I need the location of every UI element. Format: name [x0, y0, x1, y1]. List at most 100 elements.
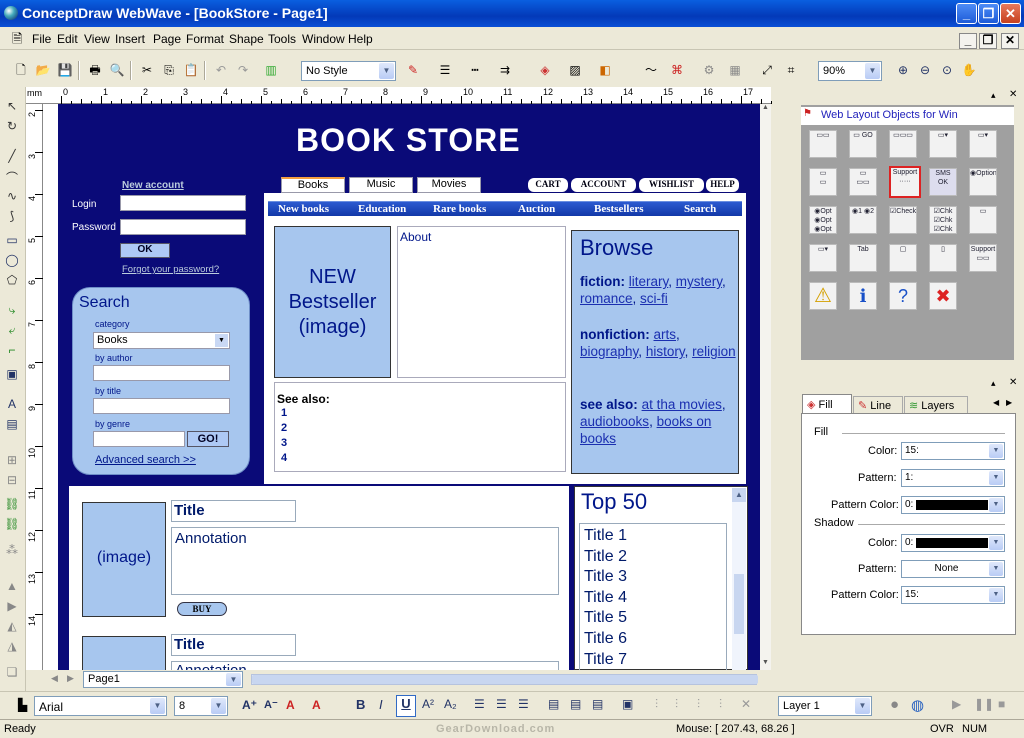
help-button[interactable]: HELP [706, 178, 739, 192]
input-object-icon[interactable]: ▭ [969, 206, 997, 234]
line-color-icon[interactable]: ✎ [404, 61, 422, 79]
form-list-object-icon[interactable]: ▭ ▭▭ [849, 168, 877, 196]
fill-pattern-icon[interactable]: ▨ [566, 61, 584, 79]
connector-tool-icon[interactable]: ⤷ [4, 303, 20, 319]
style-select[interactable]: No Style ▼ [301, 61, 396, 81]
panel-close-icon[interactable]: ✕ [1009, 89, 1017, 100]
document-icon[interactable]: 🗎 [12, 30, 22, 52]
line-weight-icon[interactable]: ☰ [436, 61, 454, 79]
menu-window[interactable]: Window [302, 32, 345, 46]
nav-new-books[interactable]: New books [278, 203, 329, 215]
mdi-minimize-button[interactable]: _ [959, 33, 977, 49]
arc-tool-icon[interactable]: ⌒ [4, 169, 20, 185]
superscript-button[interactable]: A² [422, 697, 434, 711]
nonfiction-link-arts[interactable]: arts [654, 327, 677, 342]
zoom-fit-icon[interactable]: ⊙ [938, 61, 956, 79]
form-row-object-icon[interactable]: ▭▭▭ [889, 130, 917, 158]
bold-button[interactable]: B [356, 697, 365, 712]
error-icon[interactable]: ✖ [929, 282, 957, 310]
fiction-link-scifi[interactable]: sci-fi [640, 291, 668, 306]
fiction-link-mystery[interactable]: mystery [676, 274, 722, 289]
save-icon[interactable]: 💾 [56, 61, 74, 79]
maximize-button[interactable]: ❐ [978, 3, 999, 24]
zoom-out-icon[interactable]: ⊖ [916, 61, 934, 79]
valign-top-icon[interactable]: ▤ [548, 697, 559, 711]
nav-education[interactable]: Education [358, 203, 406, 215]
combo-object-icon[interactable]: ▭▾ [929, 130, 957, 158]
ungroup-icon[interactable]: ▦ [726, 61, 744, 79]
drawing-canvas[interactable]: BOOK STORE New account Login Password OK… [43, 104, 771, 670]
top50-scrollbar[interactable]: ▲ [732, 488, 746, 670]
nonfiction-link-religion[interactable]: religion [692, 344, 736, 359]
zoom-select[interactable]: 90% ▼ [818, 61, 882, 81]
distribute-icon[interactable]: ⊟ [4, 473, 20, 489]
smart-connector-icon[interactable]: ⤶ [4, 323, 20, 339]
props-pin-icon[interactable]: ▴ [991, 378, 996, 389]
tab-music[interactable]: Music [349, 177, 413, 193]
rotate-icon[interactable]: ↻ [4, 119, 20, 135]
menu-shape[interactable]: Shape [229, 32, 264, 46]
check-group-object-icon[interactable]: ☑Chk ☑Chk ☑Chk [929, 206, 957, 234]
seealso-link-audiobooks[interactable]: audiobooks [580, 414, 649, 429]
fill-pattern-select[interactable]: 1: ▼ [901, 469, 1005, 487]
open-icon[interactable]: 📂 [34, 61, 52, 79]
new-account-link[interactable]: New account [122, 180, 184, 191]
scroll-thumb[interactable] [734, 574, 744, 634]
rotate-right-icon[interactable]: ◮ [4, 639, 20, 655]
sms-object-icon[interactable]: SMS OK [929, 168, 957, 196]
shadow-color-select[interactable]: 0: ▼ [901, 534, 1005, 552]
forgot-password-link[interactable]: Forgot your password? [122, 264, 219, 275]
distribute-objects-icon[interactable]: ⫶ [675, 697, 678, 712]
menu-file[interactable]: File [32, 32, 51, 46]
question-icon[interactable]: ? [889, 282, 917, 310]
genre-input[interactable] [93, 431, 185, 447]
tab-movies[interactable]: Movies [417, 177, 481, 193]
rectangle-tool-icon[interactable]: ▭ [4, 233, 20, 249]
zoom-in-icon[interactable]: ⊕ [894, 61, 912, 79]
shrink-font-icon[interactable]: A⁻ [264, 698, 278, 711]
text-tool-icon[interactable]: A [4, 397, 20, 413]
highlight-icon[interactable]: A [312, 698, 321, 712]
menu-insert[interactable]: Insert [115, 32, 145, 46]
hyperlink-icon[interactable]: ⌘ [668, 61, 686, 79]
login-input[interactable] [120, 195, 246, 211]
cut-icon[interactable]: ✂ [138, 61, 156, 79]
top50-item[interactable]: Title 6 [584, 629, 627, 650]
underline-button[interactable]: U [396, 695, 416, 717]
link-icon[interactable]: ⛓ [4, 517, 20, 533]
print-preview-icon[interactable]: 🔍 [108, 61, 126, 79]
font-select[interactable]: Arial ▼ [34, 696, 167, 716]
dropdown-object-icon[interactable]: ▭▾ [969, 130, 997, 158]
go-button[interactable]: GO! [187, 431, 229, 447]
canvas-vertical-scrollbar[interactable]: ▲ ▼ [760, 104, 771, 670]
record-icon[interactable]: ● [890, 696, 899, 713]
connector-icon[interactable]: 〜 [642, 61, 660, 79]
minimize-button[interactable]: _ [956, 3, 977, 24]
nonfiction-link-history[interactable]: history [646, 344, 685, 359]
top50-item[interactable]: Title 7 [584, 650, 627, 670]
chain-icon[interactable]: ⛓ [4, 497, 20, 513]
pan-hand-icon[interactable]: ✋ [960, 61, 978, 79]
line-style-icon[interactable]: ┅ [466, 61, 484, 79]
flip-horizontal-icon[interactable]: ▶ [4, 599, 20, 615]
text-frame-icon[interactable]: ▣ [622, 697, 633, 711]
nav-rare-books[interactable]: Rare books [433, 203, 486, 215]
play-icon[interactable]: ▶ [952, 697, 961, 711]
resize-icon[interactable]: ⤢ [758, 61, 776, 79]
ungroup-tool-icon[interactable]: ⁂ [4, 543, 20, 559]
nonfiction-link-biography[interactable]: biography [580, 344, 638, 359]
pointer-icon[interactable]: ↖ [4, 99, 20, 115]
valign-bottom-icon[interactable]: ▤ [592, 697, 603, 711]
orthogonal-connector-icon[interactable]: ⌐ [4, 343, 20, 359]
valign-middle-icon[interactable]: ▤ [570, 697, 581, 711]
font-size-select[interactable]: 8 ▼ [174, 696, 228, 716]
option-row-object-icon[interactable]: ◉1 ◉2 [849, 206, 877, 234]
menu-tools[interactable]: Tools [268, 32, 296, 46]
category-select[interactable]: Books ▼ [93, 332, 230, 349]
warning-icon[interactable]: ⚠ [809, 282, 837, 310]
info-icon[interactable]: ℹ [849, 282, 877, 310]
props-close-icon[interactable]: ✕ [1009, 377, 1017, 388]
support-object-icon[interactable]: Support ····· [889, 166, 921, 198]
top50-item[interactable]: Title 2 [584, 547, 627, 568]
menu-help[interactable]: Help [348, 32, 373, 46]
